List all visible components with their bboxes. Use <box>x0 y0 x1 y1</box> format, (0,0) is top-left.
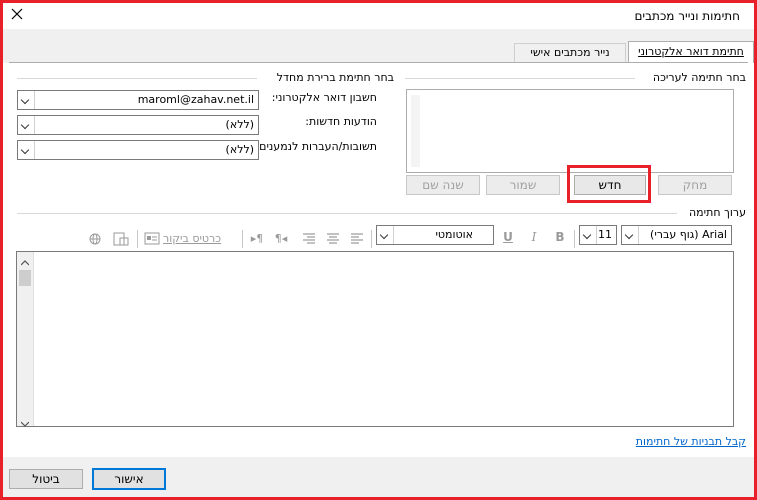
group-line <box>17 78 257 79</box>
color-value: אוטומטי <box>435 228 473 241</box>
business-card-icon[interactable] <box>144 232 160 246</box>
toolbar-separator <box>137 230 138 248</box>
group-line <box>17 213 677 214</box>
tab-label: נייר מכתבים אישי <box>530 46 610 59</box>
scroll-thumb[interactable] <box>19 270 31 286</box>
insert-picture-icon[interactable] <box>113 232 129 246</box>
rename-button[interactable]: שנה שם <box>406 175 480 195</box>
tab-label: חתימת דואר אלקטרוני <box>638 45 744 58</box>
signature-editor[interactable] <box>16 251 734 427</box>
align-left-icon[interactable] <box>349 232 365 246</box>
new-messages-label: הודעות חדשות: <box>305 115 377 128</box>
chevron-up-icon[interactable] <box>20 255 30 266</box>
default-signature-label: בחר חתימת ברירת מחדל <box>272 71 394 84</box>
replies-value: (ללא) <box>225 143 254 156</box>
italic-button[interactable]: I <box>526 230 542 246</box>
size-select[interactable]: 11 <box>579 225 617 245</box>
chevron-down-icon <box>580 226 597 244</box>
underline-button[interactable]: U <box>500 230 516 246</box>
window-title: חתימות ונייר מכתבים <box>634 9 740 23</box>
new-messages-select[interactable]: (ללא) <box>17 115 259 135</box>
account-label: חשבון דואר אלקטרוני: <box>271 91 377 104</box>
save-button[interactable]: שמור <box>486 175 560 195</box>
tab-divider <box>9 62 748 63</box>
tab-email-signature[interactable]: חתימת דואר אלקטרוני <box>628 41 754 63</box>
color-select[interactable]: אוטומטי <box>376 225 494 245</box>
ltr-paragraph-icon[interactable]: ▸¶ <box>249 232 265 246</box>
group-line <box>405 78 635 79</box>
chevron-down-icon[interactable] <box>20 416 30 427</box>
rtl-paragraph-icon[interactable]: ¶◂ <box>273 232 289 246</box>
account-select[interactable]: maroml@zahav.net.il <box>17 90 259 110</box>
editor-scrollbar[interactable] <box>17 252 34 427</box>
dialog-window: חתימות ונייר מכתבים חתימת דואר אלקטרוני … <box>0 0 757 500</box>
bold-button[interactable]: B <box>552 230 568 246</box>
font-value: (גוף עברי) Arial <box>650 228 727 241</box>
align-right-icon[interactable] <box>301 232 317 246</box>
select-signature-label: בחר חתימה לעריכה <box>648 71 746 84</box>
business-card-label[interactable]: כרטיס ביקור <box>163 232 221 245</box>
align-center-icon[interactable] <box>325 232 341 246</box>
new-messages-value: (ללא) <box>225 118 254 131</box>
chevron-down-icon <box>18 91 35 109</box>
edit-signature-label: ערוך חתימה <box>684 206 746 219</box>
font-select[interactable]: (גוף עברי) Arial <box>621 225 732 245</box>
toolbar-separator <box>574 230 575 248</box>
chevron-down-icon <box>18 116 35 134</box>
delete-button[interactable]: מחק <box>658 175 732 195</box>
templates-link[interactable]: קבל תבניות של חתימות <box>636 435 746 448</box>
replies-label: תשובות/העברות לנמענים: <box>255 140 377 153</box>
new-button[interactable]: חדש <box>574 175 646 195</box>
chevron-down-icon <box>377 226 394 244</box>
account-value: maroml@zahav.net.il <box>137 93 254 106</box>
toolbar-separator <box>242 230 243 248</box>
list-scrollbar[interactable] <box>411 95 420 167</box>
tab-personal-stationery[interactable]: נייר מכתבים אישי <box>514 43 626 63</box>
close-icon[interactable] <box>9 6 25 22</box>
chevron-down-icon <box>622 226 639 244</box>
toolbar-separator <box>371 230 372 248</box>
hyperlink-icon[interactable] <box>87 232 103 246</box>
ok-button[interactable]: אישור <box>92 468 166 490</box>
chevron-down-icon <box>18 141 35 159</box>
signature-list[interactable] <box>406 89 734 173</box>
replies-select[interactable]: (ללא) <box>17 140 259 160</box>
size-value: 11 <box>598 228 612 241</box>
cancel-button[interactable]: ביטול <box>9 469 83 489</box>
